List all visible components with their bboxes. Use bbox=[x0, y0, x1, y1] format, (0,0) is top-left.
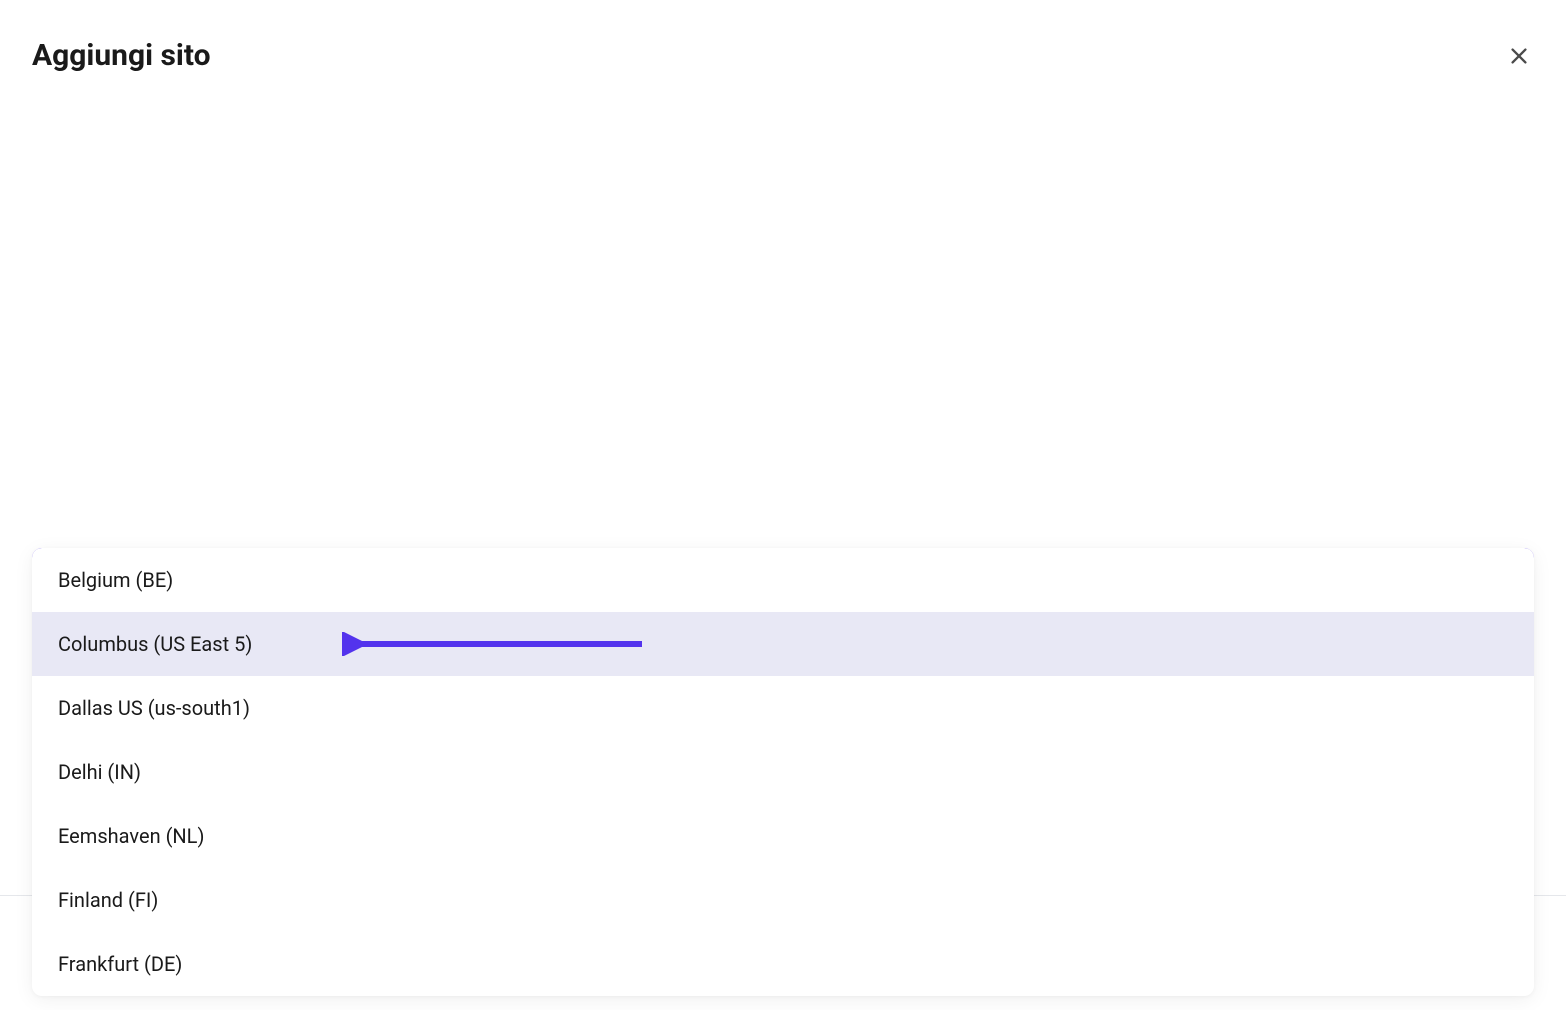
modal-header: Aggiungi sito bbox=[0, 0, 1566, 120]
location-option[interactable]: Delhi (IN) bbox=[32, 740, 1534, 804]
highlight-arrow-icon bbox=[342, 632, 642, 656]
location-option[interactable]: Dallas US (us-south1) bbox=[32, 676, 1534, 740]
location-option[interactable]: Eemshaven (NL) bbox=[32, 804, 1534, 868]
page-title: Aggiungi sito bbox=[32, 38, 211, 73]
close-button[interactable] bbox=[1504, 41, 1534, 71]
close-icon bbox=[1508, 45, 1530, 67]
location-dropdown-list: Belgium (BE) Columbus (US East 5) Dallas U… bbox=[32, 548, 1534, 996]
location-option[interactable]: Frankfurt (DE) bbox=[32, 932, 1534, 996]
modal-content: Belgium (BE) Columbus (US East 5) Dallas U… bbox=[0, 548, 1566, 723]
location-option-label: Columbus (US East 5) bbox=[58, 632, 252, 656]
location-option[interactable]: Finland (FI) bbox=[32, 868, 1534, 932]
location-option[interactable]: Columbus (US East 5) bbox=[32, 612, 1534, 676]
location-option-label: Dallas US (us-south1) bbox=[58, 696, 250, 720]
location-option[interactable]: Belgium (BE) bbox=[32, 548, 1534, 612]
location-option-label: Delhi (IN) bbox=[58, 760, 141, 784]
location-option-label: Frankfurt (DE) bbox=[58, 952, 182, 976]
location-option-label: Eemshaven (NL) bbox=[58, 824, 204, 848]
location-option-label: Finland (FI) bbox=[58, 888, 158, 912]
location-option-label: Belgium (BE) bbox=[58, 568, 173, 592]
